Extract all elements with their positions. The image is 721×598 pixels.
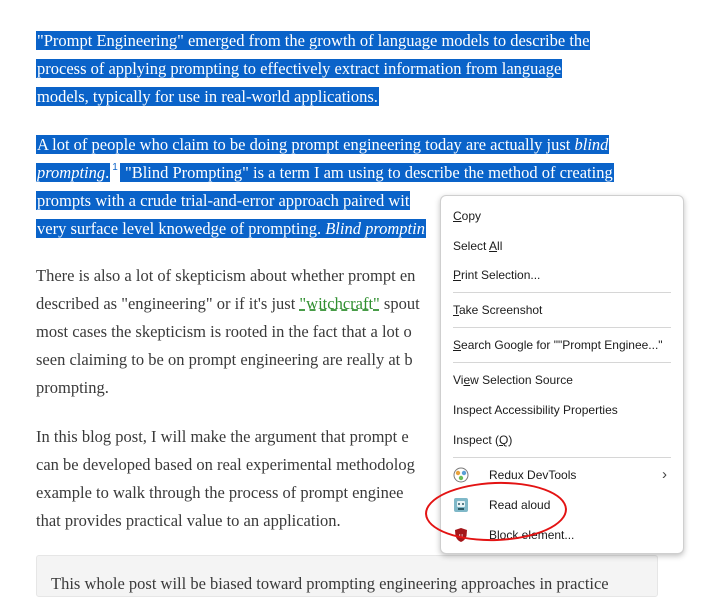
- p3-line-2: described as "engineering" or if it's ju…: [36, 294, 420, 313]
- p3-line-4: seen claiming to be on prompt engineerin…: [36, 350, 413, 369]
- menu-separator: [453, 292, 671, 293]
- quote-text: This whole post will be biased toward pr…: [51, 574, 609, 593]
- p2-line-2: prompting. 1 "Blind Prompting" is a term …: [36, 162, 614, 182]
- menu-separator: [453, 362, 671, 363]
- menu-item-copy[interactable]: Copy: [453, 205, 675, 227]
- chevron-right-icon: ›: [662, 466, 667, 483]
- menu-item-print-selection[interactable]: Print Selection...: [453, 264, 675, 286]
- p3-line-3: most cases the skepticism is rooted in t…: [36, 322, 412, 341]
- p4-line-4: that provides practical value to an appl…: [36, 511, 341, 530]
- p2-line-4: very surface level knowedge of prompting…: [36, 219, 426, 238]
- p4-line-3: example to walk through the process of p…: [36, 483, 404, 502]
- menu-item-view-selection-source[interactable]: View Selection Source: [453, 369, 675, 391]
- p1-line-3: models, typically for use in real-world …: [36, 87, 379, 106]
- menu-item-select-all[interactable]: Select All: [453, 235, 675, 257]
- menu-item-take-screenshot[interactable]: Take Screenshot: [453, 299, 675, 321]
- p1-line-1: "Prompt Engineering" emerged from the gr…: [36, 31, 591, 50]
- witchcraft-link[interactable]: "witchcraft": [299, 294, 379, 313]
- p3-line-5: prompting.: [36, 378, 109, 397]
- menu-item-inspect-accessibility[interactable]: Inspect Accessibility Properties: [453, 399, 675, 421]
- redux-devtools-icon: [453, 467, 469, 483]
- menu-item-inspect[interactable]: Inspect (Q): [453, 429, 675, 451]
- p2-line-3: prompts with a crude trial-and-error app…: [36, 191, 411, 210]
- menu-separator: [453, 327, 671, 328]
- menu-separator: [453, 457, 671, 458]
- quote-block: This whole post will be biased toward pr…: [36, 555, 658, 597]
- p4-line-1: In this blog post, I will make the argum…: [36, 427, 409, 446]
- p1-line-2: process of applying prompting to effecti…: [36, 59, 563, 78]
- menu-item-search-google[interactable]: Search Google for ""Prompt Enginee...": [453, 334, 675, 356]
- p2-line-1: A lot of people who claim to be doing pr…: [36, 135, 610, 154]
- footnote-link[interactable]: 1: [110, 162, 120, 174]
- p3-line-1: There is also a lot of skepticism about …: [36, 266, 416, 285]
- p4-line-2: can be developed based on real experimen…: [36, 455, 415, 474]
